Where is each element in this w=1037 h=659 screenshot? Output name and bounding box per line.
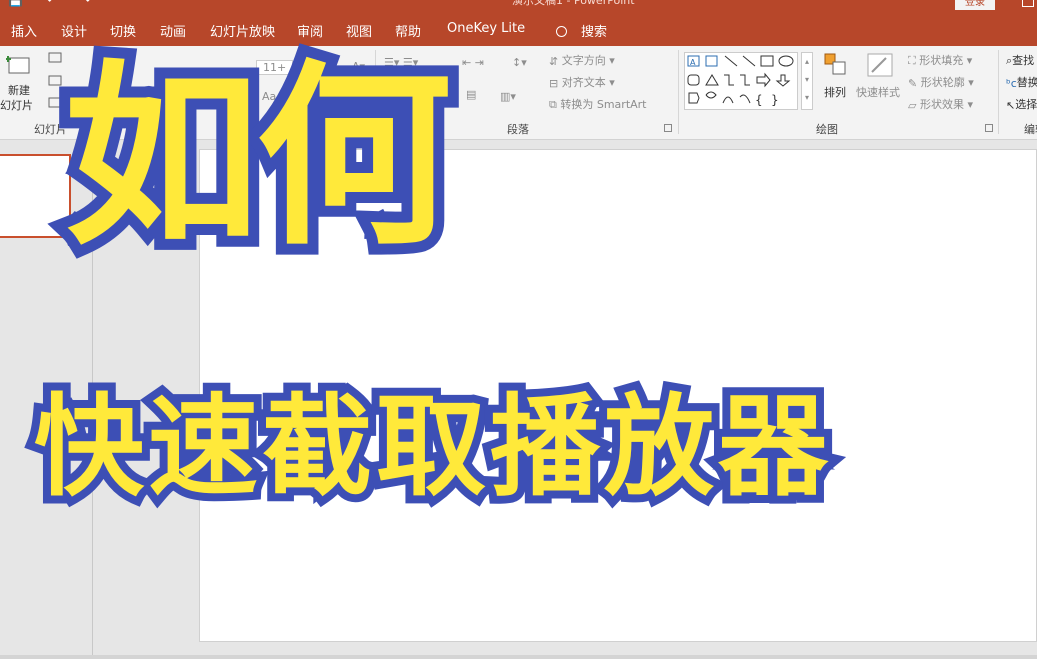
tell-me-search[interactable]: 搜索 <box>556 21 607 40</box>
restore-window-icon[interactable] <box>1022 0 1034 7</box>
slide-thumbnail[interactable] <box>0 154 71 238</box>
login-button[interactable]: 登录 <box>955 0 995 10</box>
align-text-label: 对齐文本 <box>561 76 606 89</box>
effects-icon: ▱ <box>908 98 917 112</box>
new-slide-icon <box>6 56 30 74</box>
select-button[interactable]: ↖选择 <box>1006 96 1037 112</box>
shape-effects-label: 形状效果 <box>919 98 964 111</box>
tab-view[interactable]: 视图 <box>346 21 372 40</box>
status-bar <box>0 655 1037 659</box>
align-text-button[interactable]: ⊟ 对齐文本 ▾ <box>549 74 615 90</box>
tab-review[interactable]: 审阅 <box>297 21 323 40</box>
drawing-group-label: 绘图 <box>816 123 838 136</box>
drawing-dialog-launcher[interactable] <box>985 124 993 132</box>
convert-smartart-label: 转换为 SmartArt <box>560 98 647 111</box>
slide-layout-icons[interactable] <box>48 52 62 112</box>
replace-icon: ᵇc <box>1006 76 1017 90</box>
arrange-label[interactable]: 排列 <box>824 84 846 100</box>
line-spacing-icon[interactable]: ↕▾ <box>512 56 527 69</box>
tab-slideshow[interactable]: 幻灯片放映 <box>210 21 275 40</box>
new-slide-label-1: 新建 <box>8 84 30 97</box>
text-direction-icon: ⇵ <box>549 54 559 68</box>
text-direction-button[interactable]: ⇵ 文字方向 ▾ <box>549 52 615 68</box>
shapes-gallery[interactable]: A { } <box>684 52 798 110</box>
indent-icon[interactable]: ⇤ ⇥ <box>462 56 484 69</box>
ribbon-tabs: 插入 设计 切换 动画 幻灯片放映 审阅 视图 帮助 OneKey Lite 搜… <box>0 12 1037 46</box>
shapes-scroll[interactable]: ▴ ▾ ▾ <box>801 52 813 110</box>
find-button[interactable]: ⌕查找 <box>1006 52 1034 68</box>
tab-help[interactable]: 帮助 <box>395 21 421 40</box>
svg-text:{: { <box>755 93 763 107</box>
title-bar: 💾 ↶ ↷ 演示文稿1 - PowerPoint 登录 <box>0 0 1037 12</box>
tab-design[interactable]: 设计 <box>61 21 87 40</box>
justify-icon[interactable]: ▤ <box>466 88 476 101</box>
shape-fill-label: 形状填充 <box>919 54 964 67</box>
align-text-icon: ⊟ <box>549 76 559 90</box>
quick-styles-icon[interactable] <box>866 52 894 78</box>
tab-onekey-lite[interactable]: OneKey Lite <box>447 21 525 36</box>
tab-transitions[interactable]: 切换 <box>110 21 136 40</box>
shape-outline-button[interactable]: ✎ 形状轮廓 ▾ <box>908 74 974 90</box>
new-slide-label-2: 幻灯片 <box>0 99 33 112</box>
document-title: 演示文稿1 - PowerPoint <box>512 0 635 7</box>
slides-group-label: 幻灯片 <box>34 123 67 136</box>
columns-icon[interactable]: ▥▾ <box>500 90 516 103</box>
find-label: 查找 <box>1012 54 1035 67</box>
paragraph-group-label: 段落 <box>507 123 529 136</box>
svg-text:}: } <box>771 93 779 107</box>
text-direction-label: 文字方向 <box>561 54 606 67</box>
shape-fill-button[interactable]: ⛶ 形状填充 ▾ <box>908 52 972 68</box>
search-label: 搜索 <box>581 25 608 40</box>
tab-insert[interactable]: 插入 <box>11 21 37 40</box>
replace-label: 替换 <box>1016 76 1037 89</box>
overlay-subtitle: 快速截取播放器 <box>26 383 836 511</box>
quick-access-toolbar[interactable]: 💾 ↶ ↷ <box>8 0 101 7</box>
group-divider <box>998 50 999 134</box>
select-label: 选择 <box>1015 98 1037 111</box>
paragraph-dialog-launcher[interactable] <box>664 124 672 132</box>
group-divider <box>678 50 679 134</box>
arrange-icon[interactable] <box>823 52 849 78</box>
overlay-title: 如何 <box>53 44 463 272</box>
cursor-icon: ↖ <box>1006 98 1016 112</box>
tab-animations[interactable]: 动画 <box>160 21 186 40</box>
pen-icon: ✎ <box>908 76 918 90</box>
shape-outline-label: 形状轮廓 <box>920 76 965 89</box>
search-icon <box>556 26 567 37</box>
smartart-icon: ⧉ <box>549 98 557 111</box>
convert-smartart-button[interactable]: ⧉ 转换为 SmartArt <box>549 96 647 112</box>
shape-effects-button[interactable]: ▱ 形状效果 ▾ <box>908 96 973 112</box>
replace-button[interactable]: ᵇc替换 <box>1006 74 1037 90</box>
editing-group-label: 编辑 <box>1024 123 1037 136</box>
quick-styles-label[interactable]: 快速样式 <box>856 84 900 100</box>
paint-bucket-icon: ⛶ <box>908 54 916 67</box>
svg-text:A: A <box>690 58 696 67</box>
